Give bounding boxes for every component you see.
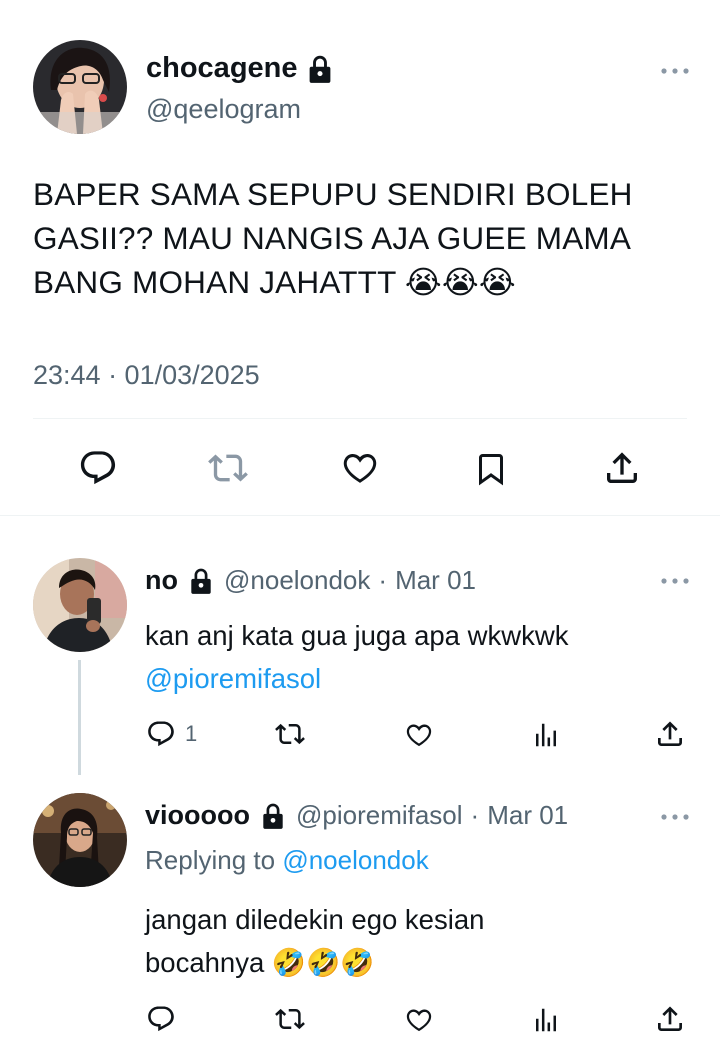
reply-handle[interactable]: @pioremifasol [296,800,463,831]
like-icon[interactable] [402,1005,436,1035]
post-text: BAPER SAMA SEPUPU SENDIRI BOLEH GASII?? … [33,176,633,300]
reply-date[interactable]: Mar 01 [487,800,568,831]
share-icon[interactable] [602,446,642,490]
reply-button[interactable]: 1 [145,719,197,749]
section-divider [0,515,720,516]
reply-handle[interactable]: @noelondok [224,565,370,596]
reply-author-row: viooooo @pioremifasol · Mar 01 [145,800,568,831]
author-name-row: chocagene [146,52,334,85]
views-icon[interactable] [531,720,561,750]
avatar[interactable] [33,793,127,887]
retweet-icon[interactable] [205,448,251,488]
separator-dot: · [470,800,480,830]
like-icon[interactable] [338,448,382,488]
reply-text-line: kan anj kata gua juga apa wkwkwk [145,620,569,651]
thread-connector-line [78,660,81,775]
lock-icon [188,567,214,595]
reply-display-name[interactable]: no [145,565,178,596]
views-icon[interactable] [531,1005,561,1035]
avatar[interactable] [33,40,127,134]
reply-date[interactable]: Mar 01 [395,565,476,596]
retweet-icon[interactable] [272,719,308,749]
reply-text: kan anj kata gua juga apa wkwkwk @piorem… [145,614,705,700]
replying-to-label: Replying to [145,845,276,875]
reply-icon[interactable] [145,1004,177,1034]
reply-text: jangan diledekin ego kesian bocahnya 🤣🤣🤣 [145,898,705,984]
replying-to-line: Replying to @noelondok [145,845,429,876]
more-options-icon[interactable] [660,66,690,76]
bookmark-icon[interactable] [473,448,509,490]
share-icon[interactable] [654,1003,686,1035]
post-timestamp[interactable]: 23:44 · 01/03/2025 [33,360,260,391]
separator-dot: · [378,565,388,595]
avatar[interactable] [33,558,127,652]
divider [33,418,687,419]
more-options-icon[interactable] [660,812,690,822]
author-display-name[interactable]: chocagene [146,52,298,85]
lock-icon [306,54,334,84]
reply-display-name[interactable]: viooooo [145,800,250,831]
reply-icon[interactable] [77,448,119,488]
reply-author-row: no @noelondok · Mar 01 [145,565,476,596]
more-options-icon[interactable] [660,576,690,586]
like-icon[interactable] [402,720,436,750]
reply-icon [145,719,177,749]
reply-count: 1 [185,721,198,746]
reply-text-line: bocahnya 🤣🤣🤣 [145,947,375,978]
author-handle[interactable]: @qeelogram [146,94,301,125]
retweet-icon[interactable] [272,1004,308,1034]
reply-text-line: jangan diledekin ego kesian [145,904,485,935]
post-action-bar [0,440,720,496]
main-post: chocagene @qeelogram BAPER SAMA SEPUPU S… [0,0,720,515]
mention-link[interactable]: @pioremifasol [145,657,705,700]
share-icon[interactable] [654,718,686,750]
lock-icon [260,802,286,830]
replying-to-mention[interactable]: @noelondok [282,845,428,875]
